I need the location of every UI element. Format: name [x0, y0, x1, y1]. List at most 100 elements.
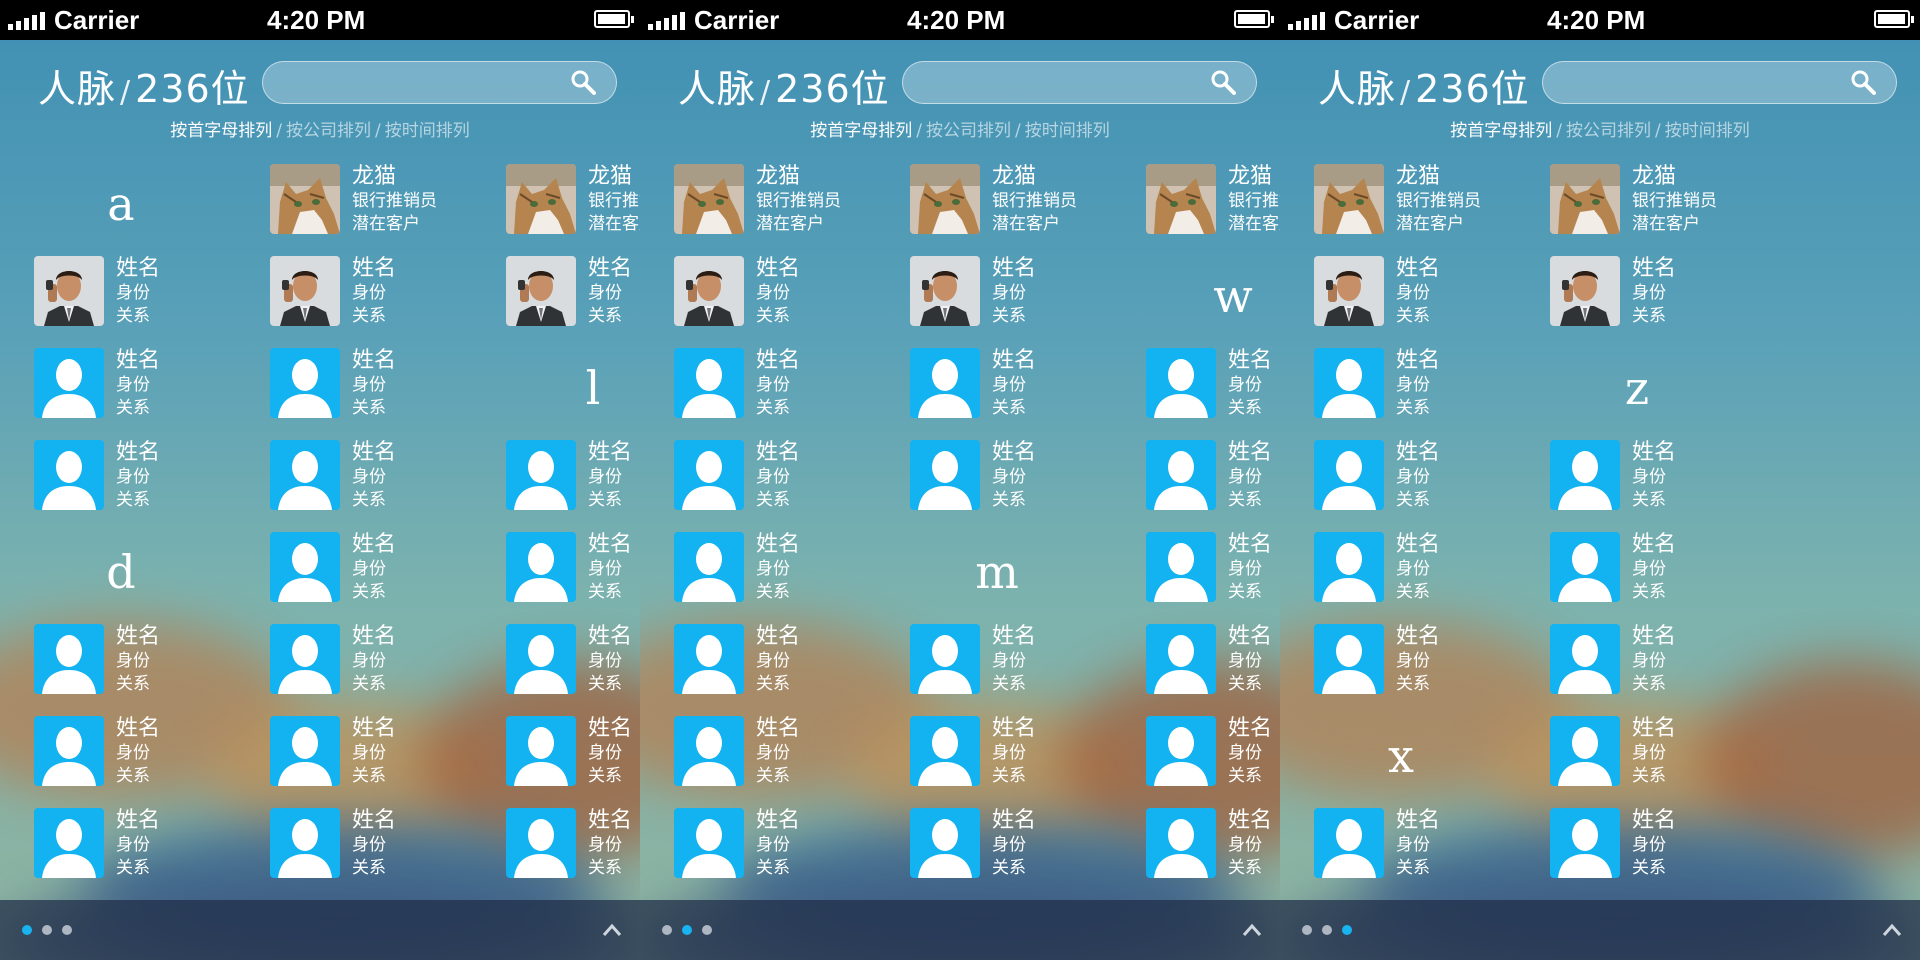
contact-item[interactable]: 姓名 身份 关系	[910, 806, 1110, 898]
contact-item[interactable]: 姓名 身份 关系	[1314, 622, 1514, 714]
contact-item[interactable]: 姓名 身份 关系	[1146, 530, 1280, 622]
sort-option-1[interactable]: 按首字母排列	[810, 121, 912, 141]
default-avatar-icon[interactable]	[34, 808, 104, 878]
search-icon[interactable]	[1850, 69, 1876, 95]
default-avatar-icon[interactable]	[674, 532, 744, 602]
default-avatar-icon[interactable]	[910, 440, 980, 510]
contact-item[interactable]: 姓名 身份 关系	[1314, 438, 1514, 530]
default-avatar-icon[interactable]	[1550, 716, 1620, 786]
contact-item[interactable]: 姓名 身份 关系	[1550, 438, 1750, 530]
contact-item[interactable]: 姓名 身份 关系	[34, 438, 234, 530]
page-indicator[interactable]	[1302, 925, 1352, 935]
default-avatar-icon[interactable]	[506, 624, 576, 694]
default-avatar-icon[interactable]	[34, 348, 104, 418]
default-avatar-icon[interactable]	[674, 348, 744, 418]
contact-item[interactable]: 姓名 身份 关系	[910, 346, 1110, 438]
page-dot-1[interactable]	[1302, 925, 1312, 935]
default-avatar-icon[interactable]	[270, 532, 340, 602]
contact-item[interactable]: 姓名 身份 关系	[1146, 438, 1280, 530]
man-photo-avatar[interactable]	[1550, 256, 1620, 326]
page-dot-2[interactable]	[42, 925, 52, 935]
man-photo-avatar[interactable]	[910, 256, 980, 326]
contact-item[interactable]: 姓名 身份 关系	[1550, 622, 1750, 714]
cat-photo-avatar[interactable]	[1146, 164, 1216, 234]
search-icon[interactable]	[570, 69, 596, 95]
sort-option-2[interactable]: 按公司排列	[1566, 121, 1651, 141]
default-avatar-icon[interactable]	[674, 624, 744, 694]
default-avatar-icon[interactable]	[34, 716, 104, 786]
default-avatar-icon[interactable]	[1550, 532, 1620, 602]
default-avatar-icon[interactable]	[1146, 808, 1216, 878]
contact-item[interactable]: 姓名 身份 关系	[674, 714, 874, 806]
contact-item[interactable]: 姓名 身份 关系	[270, 254, 470, 346]
default-avatar-icon[interactable]	[1314, 532, 1384, 602]
cat-photo-avatar[interactable]	[1314, 164, 1384, 234]
contact-item[interactable]: 姓名 身份 关系	[910, 438, 1110, 530]
contact-item[interactable]: 姓名 身份 关系	[1550, 530, 1750, 622]
search-icon[interactable]	[1210, 69, 1236, 95]
default-avatar-icon[interactable]	[1146, 716, 1216, 786]
contact-item[interactable]: 姓名 身份 关系	[674, 346, 874, 438]
default-avatar-icon[interactable]	[1314, 440, 1384, 510]
default-avatar-icon[interactable]	[270, 624, 340, 694]
contact-item[interactable]: 姓名 身份 关系	[270, 806, 470, 898]
contact-item[interactable]: 龙猫银行推销员潜在客户	[1314, 162, 1514, 254]
default-avatar-icon[interactable]	[1550, 624, 1620, 694]
man-photo-avatar[interactable]	[674, 256, 744, 326]
default-avatar-icon[interactable]	[1550, 808, 1620, 878]
contact-item[interactable]: 姓名 身份 关系	[674, 254, 874, 346]
default-avatar-icon[interactable]	[910, 624, 980, 694]
default-avatar-icon[interactable]	[506, 808, 576, 878]
default-avatar-icon[interactable]	[1314, 808, 1384, 878]
search-input[interactable]	[902, 61, 1257, 104]
contact-item[interactable]: 龙猫银行推销员潜在客户	[910, 162, 1110, 254]
contact-item[interactable]: 龙猫银行推销员潜在客户	[270, 162, 470, 254]
contact-item[interactable]: 姓名 身份 关系	[506, 530, 640, 622]
default-avatar-icon[interactable]	[506, 440, 576, 510]
page-dot-1[interactable]	[22, 925, 32, 935]
contact-item[interactable]: 姓名 身份 关系	[34, 806, 234, 898]
default-avatar-icon[interactable]	[910, 808, 980, 878]
man-photo-avatar[interactable]	[1314, 256, 1384, 326]
sort-option-3[interactable]: 按时间排列	[1025, 121, 1110, 141]
contact-item[interactable]: 姓名 身份 关系	[1146, 714, 1280, 806]
man-photo-avatar[interactable]	[506, 256, 576, 326]
page-indicator[interactable]	[22, 925, 72, 935]
contact-item[interactable]: 龙猫银行推销员潜在客户	[506, 162, 640, 254]
default-avatar-icon[interactable]	[34, 624, 104, 694]
contact-item[interactable]: 姓名 身份 关系	[34, 714, 234, 806]
sort-option-2[interactable]: 按公司排列	[926, 121, 1011, 141]
page-dot-3[interactable]	[1342, 925, 1352, 935]
contact-item[interactable]: 姓名 身份 关系	[1314, 530, 1514, 622]
contact-item[interactable]: 龙猫银行推销员潜在客户	[674, 162, 874, 254]
contact-item[interactable]: 姓名 身份 关系	[1314, 346, 1514, 438]
contact-item[interactable]: 姓名 身份 关系	[506, 254, 640, 346]
contact-item[interactable]: 姓名 身份 关系	[1146, 622, 1280, 714]
default-avatar-icon[interactable]	[34, 440, 104, 510]
contact-item[interactable]: 姓名 身份 关系	[270, 346, 470, 438]
contact-item[interactable]: 姓名 身份 关系	[1550, 806, 1750, 898]
search-input[interactable]	[1542, 61, 1897, 104]
sort-option-3[interactable]: 按时间排列	[385, 121, 470, 141]
chevron-up-icon[interactable]	[1882, 922, 1902, 936]
default-avatar-icon[interactable]	[270, 348, 340, 418]
contact-item[interactable]: 姓名 身份 关系	[1146, 806, 1280, 898]
contact-item[interactable]: 姓名 身份 关系	[506, 806, 640, 898]
cat-photo-avatar[interactable]	[1550, 164, 1620, 234]
contact-item[interactable]: 姓名 身份 关系	[910, 622, 1110, 714]
default-avatar-icon[interactable]	[1314, 624, 1384, 694]
man-photo-avatar[interactable]	[34, 256, 104, 326]
default-avatar-icon[interactable]	[1550, 440, 1620, 510]
contact-item[interactable]: 姓名 身份 关系	[1550, 254, 1750, 346]
default-avatar-icon[interactable]	[674, 808, 744, 878]
default-avatar-icon[interactable]	[674, 716, 744, 786]
default-avatar-icon[interactable]	[674, 440, 744, 510]
contact-item[interactable]: 姓名 身份 关系	[34, 254, 234, 346]
contact-item[interactable]: 龙猫银行推销员潜在客户	[1146, 162, 1280, 254]
cat-photo-avatar[interactable]	[910, 164, 980, 234]
contact-item[interactable]: 姓名 身份 关系	[506, 622, 640, 714]
contact-item[interactable]: 姓名 身份 关系	[910, 254, 1110, 346]
contact-item[interactable]: 姓名 身份 关系	[270, 622, 470, 714]
default-avatar-icon[interactable]	[1146, 532, 1216, 602]
sort-option-1[interactable]: 按首字母排列	[170, 121, 272, 141]
